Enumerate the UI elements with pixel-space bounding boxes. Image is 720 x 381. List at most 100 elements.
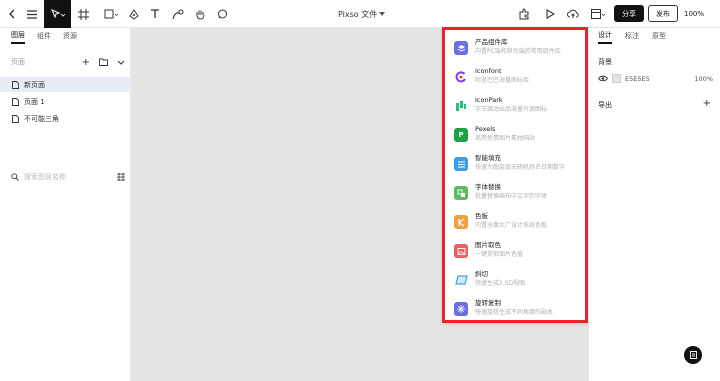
export-section-title: 导出 xyxy=(598,101,612,109)
plugin-item[interactable]: 产品组件库 内置PC端和移动端的常用组件库 xyxy=(454,38,561,62)
skew-icon xyxy=(454,273,468,287)
tab-design[interactable]: 设计 xyxy=(598,30,612,44)
plugins-icon[interactable] xyxy=(516,0,532,28)
plugin-item[interactable]: 色板 内置全面大厂设计系统色板 xyxy=(454,212,547,236)
plugin-name: 图片取色 xyxy=(475,241,501,249)
share-button[interactable]: 分享 xyxy=(614,5,644,22)
iconpark-logo-icon xyxy=(454,99,468,113)
tab-components[interactable]: 组件 xyxy=(37,31,51,43)
plugin-item[interactable]: 图片取色 一键提取图片色值 xyxy=(454,241,523,265)
page-icon xyxy=(12,97,19,106)
back-icon[interactable] xyxy=(5,0,19,28)
folder-icon[interactable] xyxy=(99,58,108,66)
page-item-label: 新页面 xyxy=(24,80,45,89)
top-toolbar: Pixso 文件 分享 发布 100% xyxy=(0,0,720,28)
plugin-name: 智能填充 xyxy=(475,154,501,162)
layers-panel: 图层 组件 资源 页面 + 新页面 页面 1 不可能三角 搜索图层名称 xyxy=(0,28,131,381)
plugin-item[interactable]: Iconfont 阿里巴巴海量图标库 xyxy=(454,67,529,91)
tab-prototype[interactable]: 原型 xyxy=(652,31,666,43)
plugin-item[interactable]: P Pexels 商用免费图片素材网站 xyxy=(454,125,535,149)
color-swatch[interactable] xyxy=(612,74,621,83)
pages-label: 页面 xyxy=(11,58,25,66)
plugin-name: Pexels xyxy=(475,125,496,133)
background-opacity[interactable]: 100% xyxy=(694,75,713,83)
page-icon xyxy=(12,114,19,123)
rotate-copy-icon xyxy=(454,302,468,316)
zoom-level[interactable]: 100% xyxy=(684,0,704,28)
background-row: E5E5E5 100% xyxy=(598,72,713,85)
plugin-desc: 商用免费图片素材网站 xyxy=(475,135,536,142)
plugin-item[interactable]: 字体替换 批量替换画布中文字的字体 xyxy=(454,183,547,207)
help-button[interactable] xyxy=(684,346,702,364)
layout-panel-icon[interactable] xyxy=(589,0,607,28)
plugin-item[interactable]: IconPark 字节跳动出品海量开源图标 xyxy=(454,96,547,120)
layers-icon xyxy=(454,41,468,55)
page-item-label: 不可能三角 xyxy=(24,114,59,123)
document-icon xyxy=(689,351,697,359)
plugin-tool-icon[interactable] xyxy=(170,0,186,28)
plugin-name: 斜切 xyxy=(475,270,488,278)
plugin-name: 产品组件库 xyxy=(475,38,508,46)
menu-icon[interactable] xyxy=(24,0,40,28)
plugin-name: Iconfont xyxy=(475,67,502,75)
text-tool-icon[interactable] xyxy=(148,0,162,28)
plugin-desc: 批量替换画布中文字的字体 xyxy=(475,193,548,200)
search-icon xyxy=(11,173,19,181)
right-tabs: 设计 标注 原型 xyxy=(589,28,720,45)
palette-icon xyxy=(454,215,468,229)
fill-icon xyxy=(454,157,468,171)
image-color-icon xyxy=(454,244,468,258)
plugin-name: 旋转复制 xyxy=(475,299,501,307)
filter-icon[interactable] xyxy=(117,173,125,181)
plugin-name: 色板 xyxy=(475,212,488,220)
plugin-desc: 快速旋转生成不同角度的副本 xyxy=(475,309,554,316)
upload-cloud-icon[interactable] xyxy=(565,0,581,28)
pages-header: 页面 + xyxy=(11,55,125,69)
publish-button[interactable]: 发布 xyxy=(648,5,678,22)
page-icon xyxy=(12,80,19,89)
plugin-panel: 产品组件库 内置PC端和移动端的常用组件库 Iconfont 阿里巴巴海量图标库… xyxy=(442,27,588,323)
plugin-name: IconPark xyxy=(475,96,503,104)
font-replace-icon xyxy=(454,186,468,200)
document-title[interactable]: Pixso 文件 xyxy=(338,0,386,28)
plugin-desc: 阿里巴巴海量图标库 xyxy=(475,77,530,84)
properties-panel: 设计 标注 原型 背景 E5E5E5 100% 导出 + xyxy=(588,28,720,381)
page-item-label: 页面 1 xyxy=(24,97,45,106)
comment-icon[interactable] xyxy=(214,0,230,28)
plugin-desc: 快速为图层填充随机姓名日期数字 xyxy=(475,164,566,171)
page-item[interactable]: 页面 1 xyxy=(0,94,131,109)
plugin-name: 字体替换 xyxy=(475,183,501,191)
tab-annotate[interactable]: 标注 xyxy=(625,31,639,43)
plugin-desc: 内置PC端和移动端的常用组件库 xyxy=(475,48,561,55)
chevron-down-icon[interactable] xyxy=(117,60,125,65)
hand-tool-icon[interactable] xyxy=(192,0,208,28)
plugin-item[interactable]: 斜切 快速生成2.5D视图 xyxy=(454,270,525,294)
plugin-item[interactable]: 旋转复制 快速旋转生成不同角度的副本 xyxy=(454,299,553,323)
iconfont-logo-icon xyxy=(454,70,468,84)
plugin-desc: 内置全面大厂设计系统色板 xyxy=(475,222,548,229)
play-icon[interactable] xyxy=(543,0,557,28)
tab-assets[interactable]: 资源 xyxy=(63,31,77,43)
background-hex[interactable]: E5E5E5 xyxy=(625,75,690,83)
document-title-text: Pixso 文件 xyxy=(338,9,378,19)
add-page-icon[interactable]: + xyxy=(82,57,90,68)
background-section-title: 背景 xyxy=(598,58,612,66)
page-item[interactable]: 新页面 xyxy=(0,77,131,92)
tab-layers[interactable]: 图层 xyxy=(11,30,25,44)
search-placeholder: 搜索图层名称 xyxy=(24,173,66,181)
pexels-logo-icon: P xyxy=(454,128,468,142)
pen-tool-icon[interactable] xyxy=(127,0,141,28)
frame-tool-icon[interactable] xyxy=(75,0,91,28)
layer-search-input[interactable]: 搜索图层名称 xyxy=(11,170,125,184)
plugin-desc: 字节跳动出品海量开源图标 xyxy=(475,106,548,113)
add-export-icon[interactable]: + xyxy=(703,98,711,109)
plugin-desc: 一键提取图片色值 xyxy=(475,251,524,258)
page-item[interactable]: 不可能三角 xyxy=(0,111,131,126)
chevron-down-icon xyxy=(379,12,386,16)
plugin-desc: 快速生成2.5D视图 xyxy=(475,280,526,287)
left-tabs: 图层 组件 资源 xyxy=(0,28,130,45)
rectangle-tool-icon[interactable] xyxy=(102,0,120,28)
eye-icon[interactable] xyxy=(598,75,608,82)
plugin-item[interactable]: 智能填充 快速为图层填充随机姓名日期数字 xyxy=(454,154,565,178)
move-tool-icon[interactable] xyxy=(44,0,71,28)
